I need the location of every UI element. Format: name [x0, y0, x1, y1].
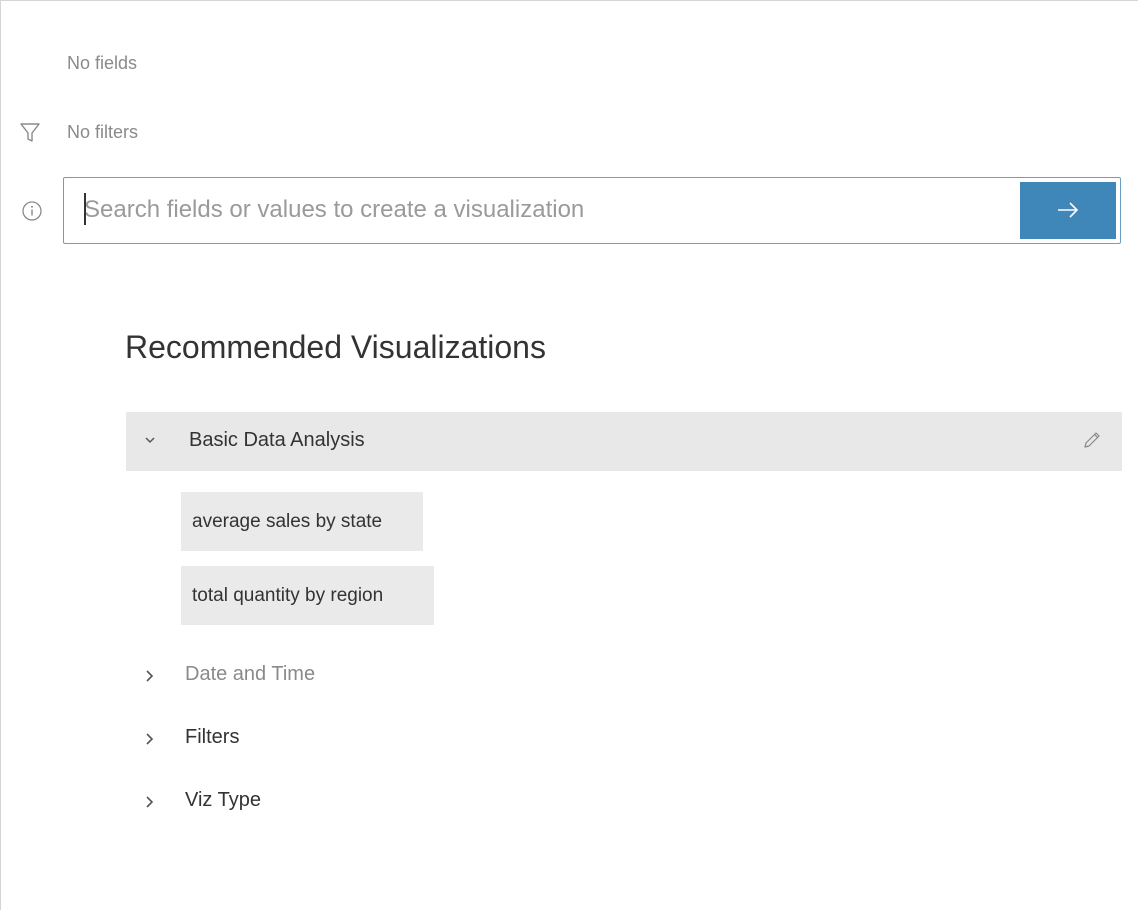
search-bar [63, 177, 1121, 244]
recommended-title: Recommended Visualizations [125, 329, 546, 365]
info-icon[interactable] [21, 200, 43, 222]
submit-search-button[interactable] [1020, 182, 1116, 239]
filter-icon [20, 123, 40, 142]
chevron-down-icon [145, 437, 155, 444]
pencil-icon[interactable] [1080, 428, 1104, 452]
group-label: Filters [185, 726, 240, 748]
group-label: Basic Data Analysis [189, 429, 365, 451]
filters-status: No filters [67, 122, 139, 142]
text-caret [84, 193, 86, 225]
ask-data-panel: No fields No filters Recommended Visuali… [0, 0, 1138, 910]
suggestion-chip[interactable]: average sales by state [181, 492, 423, 551]
chevron-right-icon [146, 670, 154, 682]
group-label: Viz Type [185, 789, 261, 811]
search-input[interactable] [84, 191, 1004, 229]
chevron-right-icon [146, 796, 154, 808]
suggestion-chip[interactable]: total quantity by region [181, 566, 434, 625]
fields-status: No fields [67, 53, 138, 73]
arrow-right-icon [1058, 202, 1079, 218]
group-header-basic-data-analysis[interactable]: Basic Data Analysis [126, 412, 1122, 471]
group-label: Date and Time [185, 663, 316, 685]
chevron-right-icon [146, 733, 154, 745]
